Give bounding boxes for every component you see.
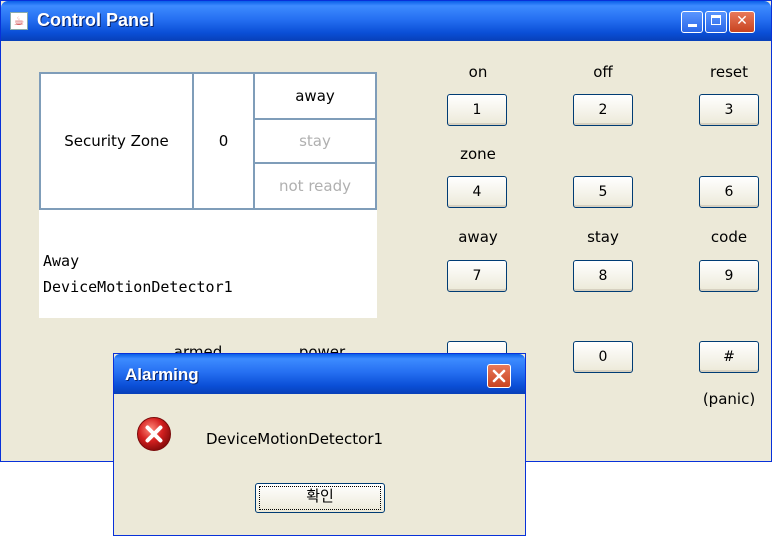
key-4[interactable]: 4	[447, 176, 507, 208]
close-button[interactable]: ✕	[729, 11, 755, 33]
label-off: off	[593, 63, 613, 81]
dialog-titlebar[interactable]: Alarming	[114, 354, 525, 394]
alarm-dialog: Alarming DeviceMotionDetector1 확인	[113, 353, 526, 536]
minimize-button[interactable]	[681, 11, 703, 33]
key-6[interactable]: 6	[699, 176, 759, 208]
error-icon	[137, 417, 171, 451]
dialog-title: Alarming	[125, 365, 199, 384]
key-0[interactable]: 0	[573, 341, 633, 373]
window-title: Control Panel	[37, 10, 155, 30]
away-indicator: away	[253, 72, 377, 120]
key-hash[interactable]: #	[699, 341, 759, 373]
security-zone-label: Security Zone	[39, 72, 194, 210]
ok-button[interactable]: 확인	[255, 483, 385, 513]
status-message-line1: Away	[43, 252, 80, 270]
key-7[interactable]: 7	[447, 260, 507, 292]
dialog-close-button[interactable]	[487, 364, 511, 388]
key-2[interactable]: 2	[573, 94, 633, 126]
maximize-icon	[711, 15, 721, 25]
close-icon: ✕	[736, 13, 748, 29]
label-reset: reset	[710, 63, 748, 81]
key-5[interactable]: 5	[573, 176, 633, 208]
stay-indicator: stay	[253, 118, 377, 164]
maximize-button[interactable]	[705, 11, 727, 33]
label-code: code	[710, 228, 748, 246]
status-message: Away DeviceMotionDetector1	[43, 248, 233, 300]
not-ready-indicator: not ready	[253, 162, 377, 210]
status-message-line2: DeviceMotionDetector1	[43, 278, 233, 296]
status-panel: Security Zone 0 away stay not ready Away…	[39, 72, 377, 318]
label-on: on	[468, 63, 488, 81]
window-titlebar[interactable]: ☕ Control Panel ✕	[1, 1, 771, 41]
label-stay: stay	[587, 228, 619, 246]
close-icon	[492, 369, 506, 383]
label-zone: zone	[460, 145, 496, 163]
label-away: away	[458, 228, 498, 246]
zone-number: 0	[192, 72, 255, 210]
minimize-icon	[687, 24, 697, 27]
ok-focus-ring	[259, 486, 381, 510]
java-cup-icon: ☕	[10, 12, 28, 30]
label-panic: (panic)	[702, 390, 756, 408]
dialog-message: DeviceMotionDetector1	[206, 430, 384, 448]
key-1[interactable]: 1	[447, 94, 507, 126]
key-3[interactable]: 3	[699, 94, 759, 126]
key-8[interactable]: 8	[573, 260, 633, 292]
key-9[interactable]: 9	[699, 260, 759, 292]
